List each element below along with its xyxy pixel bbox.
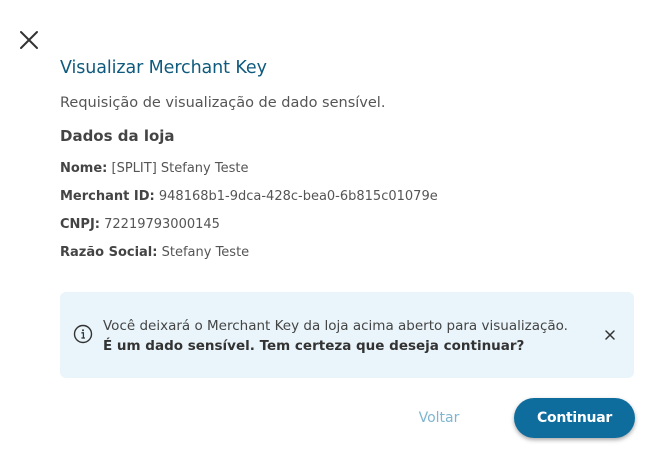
field-value-cnpj: 72219793000145: [104, 217, 220, 232]
back-button[interactable]: Voltar: [404, 399, 474, 437]
info-icon: [73, 324, 93, 344]
alert-line-2: É um dado sensível. Tem certeza que dese…: [103, 338, 525, 354]
warning-alert: Você deixará o Merchant Key da loja acim…: [60, 292, 634, 378]
dialog-subtitle: Requisição de visualização de dado sensí…: [60, 95, 386, 111]
field-label-merchant-id: Merchant ID:: [60, 189, 155, 204]
alert-line-1: Você deixará o Merchant Key da loja acim…: [103, 318, 568, 334]
field-row-cnpj: CNPJ: 72219793000145: [60, 217, 220, 232]
field-value-razao-social: Stefany Teste: [161, 245, 250, 260]
field-label-cnpj: CNPJ:: [60, 217, 100, 232]
section-title: Dados da loja: [60, 127, 175, 145]
field-row-merchant-id: Merchant ID: 948168b1-9dca-428c-bea0-6b8…: [60, 189, 438, 204]
alert-message: Você deixará o Merchant Key da loja acim…: [103, 316, 568, 356]
field-row-razao-social: Razão Social: Stefany Teste: [60, 245, 249, 260]
dialog-title: Visualizar Merchant Key: [60, 58, 267, 78]
field-label-razao-social: Razão Social:: [60, 245, 158, 260]
field-value-merchant-id: 948168b1-9dca-428c-bea0-6b815c01079e: [158, 189, 438, 204]
continue-button[interactable]: Continuar: [514, 398, 635, 438]
field-label-name: Nome:: [60, 161, 108, 176]
close-icon[interactable]: [17, 28, 41, 52]
alert-close-icon[interactable]: [603, 327, 617, 341]
field-row-name: Nome: [SPLIT] Stefany Teste: [60, 161, 248, 176]
field-value-name: [SPLIT] Stefany Teste: [111, 161, 249, 176]
